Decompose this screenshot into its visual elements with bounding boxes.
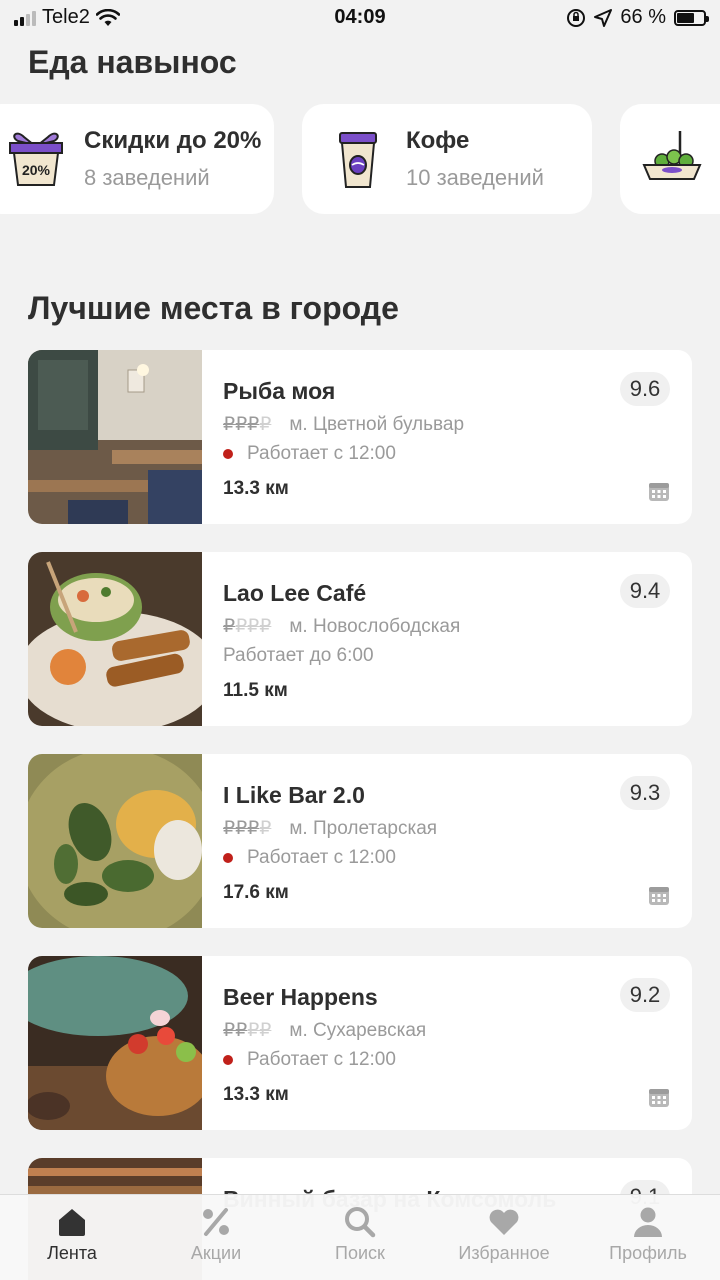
tab-label: Поиск <box>335 1243 385 1263</box>
rating-badge: 9.6 <box>620 372 670 406</box>
price-level: ₽₽₽₽ <box>223 616 272 637</box>
best-places-title: Лучшие места в городе <box>28 290 399 326</box>
calendar-booking-icon <box>649 887 669 905</box>
home-icon <box>59 1209 85 1236</box>
tab-deals[interactable]: Акции <box>144 1195 288 1280</box>
place-meta: ₽₽₽₽ м. Сухаревская <box>223 1019 426 1042</box>
distance: 13.3 км <box>223 478 289 499</box>
location-arrow-icon <box>594 8 613 27</box>
metro-station: м. Сухаревская <box>289 1020 427 1041</box>
tab-label: Профиль <box>609 1243 687 1263</box>
rating-badge: 9.3 <box>620 776 670 810</box>
tab-search[interactable]: Поиск <box>288 1195 432 1280</box>
price-level: ₽₽₽₽ <box>223 1020 272 1041</box>
tab-label: Акции <box>190 1243 242 1263</box>
heart-icon <box>489 1209 519 1235</box>
tab-profile[interactable]: Профиль <box>576 1195 720 1280</box>
place-card[interactable]: Рыба моя 9.6 ₽₽₽₽ м. Цветной бульвар Рабо… <box>28 350 692 524</box>
gift-discount-icon: 20% <box>9 132 63 186</box>
distance: 11.5 км <box>223 680 288 701</box>
opening-hours: Работает с 12:00 <box>223 1049 396 1071</box>
place-card[interactable]: I Like Bar 2.0 9.3 ₽₽₽₽ м. Пролетарская Р… <box>28 754 692 928</box>
rating-badge: 9.4 <box>620 574 670 608</box>
tab-bar: Лента Акции Поиск Избранное Профиль <box>0 1194 720 1280</box>
promo-card-discounts[interactable]: 20% Скидки до 20% 8 заведений <box>0 104 274 214</box>
place-photo-soup <box>28 754 202 928</box>
price-level: ₽₽₽₽ <box>223 818 272 839</box>
opening-hours: Работает с 12:00 <box>223 847 396 869</box>
distance: 13.3 км <box>223 1084 289 1105</box>
metro-station: м. Новослободская <box>289 616 461 637</box>
place-name: Lao Lee Café <box>223 580 367 606</box>
discount-badge-text: 20% <box>22 162 51 178</box>
place-photo-noodles <box>28 552 202 726</box>
place-name: I Like Bar 2.0 <box>223 782 365 808</box>
place-meta: ₽₽₽₽ м. Пролетарская <box>223 817 437 840</box>
promo-card-salads[interactable]: Е 1 <box>620 104 720 214</box>
calendar-booking-icon <box>649 1089 669 1107</box>
opening-hours: Работает до 6:00 <box>223 645 374 666</box>
tab-favorites[interactable]: Избранное <box>432 1195 576 1280</box>
place-card[interactable]: Lao Lee Café 9.4 ₽₽₽₽ м. Новослободская Р… <box>28 552 692 726</box>
battery-percent: 66 % <box>620 6 666 28</box>
promo-title: Кофе <box>406 127 470 154</box>
salad-bowl-icon <box>642 131 702 180</box>
coffee-cup-icon <box>339 132 377 188</box>
metro-station: м. Пролетарская <box>289 818 438 839</box>
rotation-lock-icon <box>567 8 586 27</box>
tab-label: Лента <box>47 1243 97 1263</box>
place-photo-interior <box>28 350 202 524</box>
place-card[interactable]: Beer Happens 9.2 ₽₽₽₽ м. Сухаревская Рабо… <box>28 956 692 1130</box>
place-photo-sandwich <box>28 956 202 1130</box>
price-level: ₽₽₽₽ <box>223 414 272 435</box>
opening-hours: Работает с 12:00 <box>223 443 396 465</box>
tab-label: Избранное <box>458 1243 550 1263</box>
search-icon <box>345 1207 376 1238</box>
metro-station: м. Цветной бульвар <box>289 414 465 435</box>
profile-icon <box>634 1207 662 1237</box>
percent-icon <box>203 1208 229 1236</box>
place-name: Beer Happens <box>223 984 378 1010</box>
closed-status-dot <box>223 1055 233 1065</box>
promo-subtitle: 8 заведений <box>84 165 210 190</box>
battery-icon <box>674 9 709 26</box>
promo-subtitle: 10 заведений <box>406 165 544 190</box>
system-indicators: 66 % <box>566 6 709 29</box>
calendar-booking-icon <box>649 483 669 501</box>
promo-carousel[interactable]: 20% Скидки до 20% 8 заведений Кофе 10 за… <box>0 104 720 216</box>
rating-badge: 9.2 <box>620 978 670 1012</box>
place-meta: ₽₽₽₽ м. Цветной бульвар <box>223 413 464 436</box>
promo-title: Скидки до 20% <box>84 127 262 154</box>
takeaway-title: Еда навынос <box>28 44 237 80</box>
closed-status-dot <box>223 853 233 863</box>
closed-status-dot <box>223 449 233 459</box>
tab-feed[interactable]: Лента <box>0 1195 144 1280</box>
status-bar: Tele2 04:09 66 % <box>0 0 720 38</box>
promo-card-coffee[interactable]: Кофе 10 заведений <box>302 104 592 214</box>
distance: 17.6 км <box>223 882 289 903</box>
place-name: Рыба моя <box>223 378 336 404</box>
place-meta: ₽₽₽₽ м. Новослободская <box>223 615 460 638</box>
